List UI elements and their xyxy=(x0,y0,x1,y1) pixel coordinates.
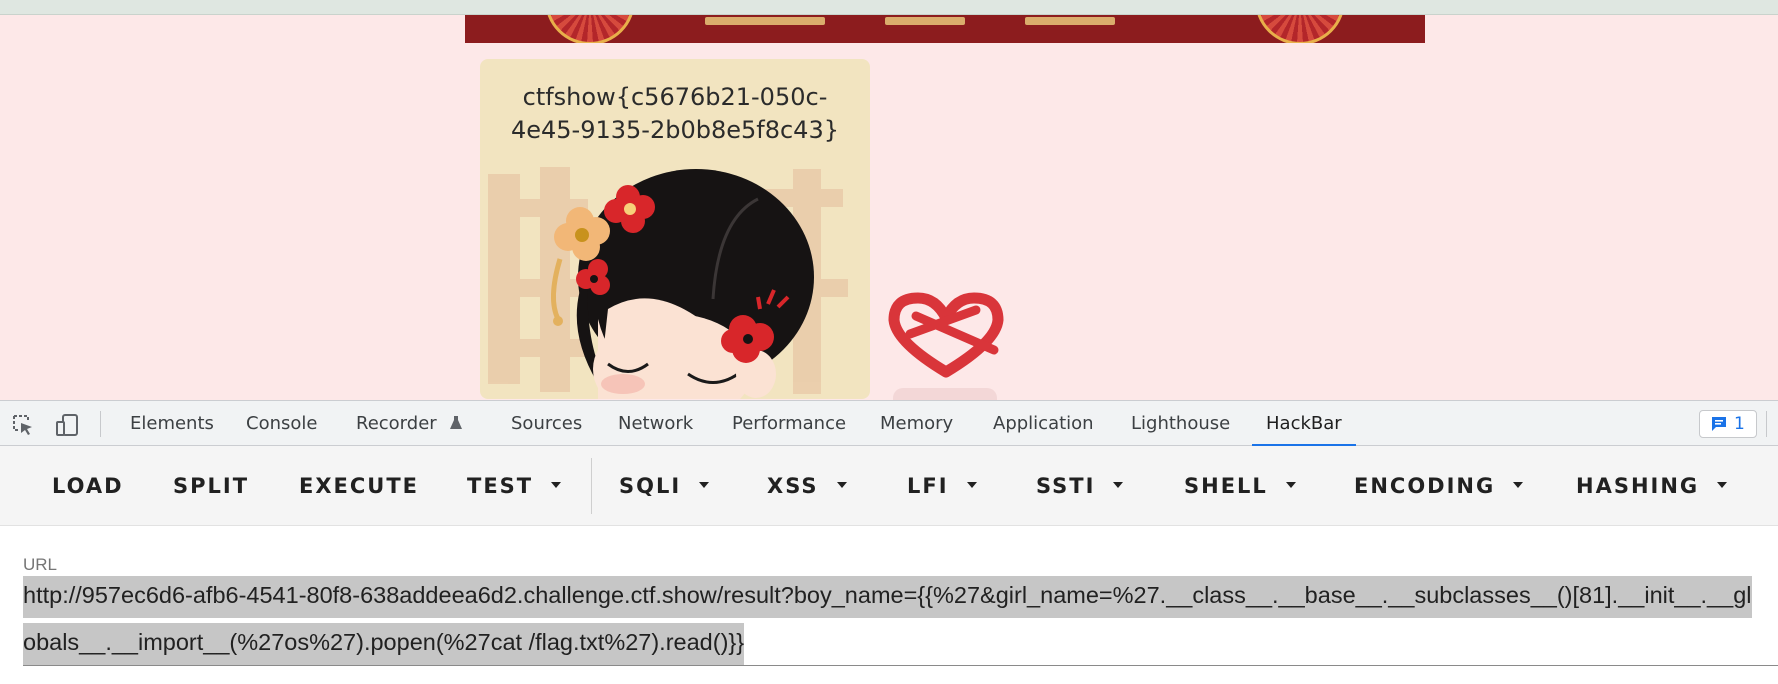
load-button[interactable]: LOAD xyxy=(52,446,124,526)
lfi-label: LFI xyxy=(907,474,949,498)
tab-memory[interactable]: Memory xyxy=(880,401,953,446)
url-textarea[interactable]: http://957ec6d6-afb6-4541-80f8-638addeea… xyxy=(23,572,1763,665)
lfi-dropdown[interactable]: LFI xyxy=(907,446,977,526)
chevron-down-icon xyxy=(966,482,977,488)
chevron-down-icon xyxy=(551,482,562,488)
paper-fan-decoration xyxy=(1255,15,1345,43)
xss-dropdown[interactable]: XSS xyxy=(767,446,847,526)
tab-network[interactable]: Network xyxy=(618,401,693,446)
tab-application[interactable]: Application xyxy=(993,401,1094,446)
devtools-tabbar: Elements Console Recorder Sources Networ… xyxy=(0,400,1778,447)
chevron-down-icon xyxy=(699,482,710,488)
bride-illustration xyxy=(488,167,848,399)
chevron-down-icon xyxy=(1717,482,1728,488)
tab-recorder-label: Recorder xyxy=(356,413,437,434)
hackbar-divider xyxy=(591,458,592,514)
hashing-label: HASHING xyxy=(1576,474,1700,498)
execute-button[interactable]: EXECUTE xyxy=(299,446,419,526)
tab-sources[interactable]: Sources xyxy=(511,401,582,446)
sqli-label: SQLI xyxy=(619,474,682,498)
flask-icon xyxy=(450,416,463,429)
gold-ornament xyxy=(705,17,825,25)
hashing-dropdown[interactable]: HASHING xyxy=(1576,446,1728,526)
split-button[interactable]: SPLIT xyxy=(173,446,249,526)
test-label: TEST xyxy=(467,474,534,498)
ssti-label: SSTI xyxy=(1036,474,1096,498)
hackbar-toolbar: LOAD SPLIT EXECUTE TEST SQLI XSS LFI SST… xyxy=(0,446,1778,526)
ssti-dropdown[interactable]: SSTI xyxy=(1036,446,1124,526)
url-value: http://957ec6d6-afb6-4541-80f8-638addeea… xyxy=(23,576,1752,665)
shell-label: SHELL xyxy=(1184,474,1268,498)
gold-ornament xyxy=(885,17,965,25)
browser-top-strip xyxy=(0,0,1778,15)
result-card: ctfshow{c5676b21-050c-4e45-9135-2b0b8e5f… xyxy=(480,59,870,399)
toolbar-divider xyxy=(1766,411,1767,437)
devtools-panel: Elements Console Recorder Sources Networ… xyxy=(0,400,1778,684)
url-field-underline xyxy=(23,665,1778,666)
paper-fan-decoration xyxy=(545,15,635,43)
chevron-down-icon xyxy=(1113,482,1124,488)
message-icon xyxy=(1712,417,1726,431)
encoding-label: ENCODING xyxy=(1354,474,1496,498)
red-festive-banner xyxy=(465,15,1425,43)
issues-counter-button[interactable]: 1 xyxy=(1699,410,1757,438)
tab-console[interactable]: Console xyxy=(246,401,317,446)
tab-performance[interactable]: Performance xyxy=(732,401,846,446)
device-toolbar-icon[interactable] xyxy=(54,412,80,438)
chevron-down-icon xyxy=(836,482,847,488)
knot-heart-icon xyxy=(888,292,1004,378)
tab-lighthouse[interactable]: Lighthouse xyxy=(1131,401,1230,446)
toolbar-divider xyxy=(100,411,101,437)
test-dropdown[interactable]: TEST xyxy=(467,446,562,526)
flag-text: ctfshow{c5676b21-050c-4e45-9135-2b0b8e5f… xyxy=(510,83,839,144)
encoding-dropdown[interactable]: ENCODING xyxy=(1354,446,1524,526)
chevron-down-icon xyxy=(1285,482,1296,488)
inspect-element-icon[interactable] xyxy=(10,412,36,438)
tab-elements[interactable]: Elements xyxy=(130,401,214,446)
sqli-dropdown[interactable]: SQLI xyxy=(619,446,710,526)
gold-ornament xyxy=(1025,17,1115,25)
tab-recorder[interactable]: Recorder xyxy=(356,401,464,446)
issues-count: 1 xyxy=(1734,414,1745,434)
tab-hackbar[interactable]: HackBar xyxy=(1252,401,1356,447)
xss-label: XSS xyxy=(767,474,819,498)
chevron-down-icon xyxy=(1513,482,1524,488)
shell-dropdown[interactable]: SHELL xyxy=(1184,446,1296,526)
